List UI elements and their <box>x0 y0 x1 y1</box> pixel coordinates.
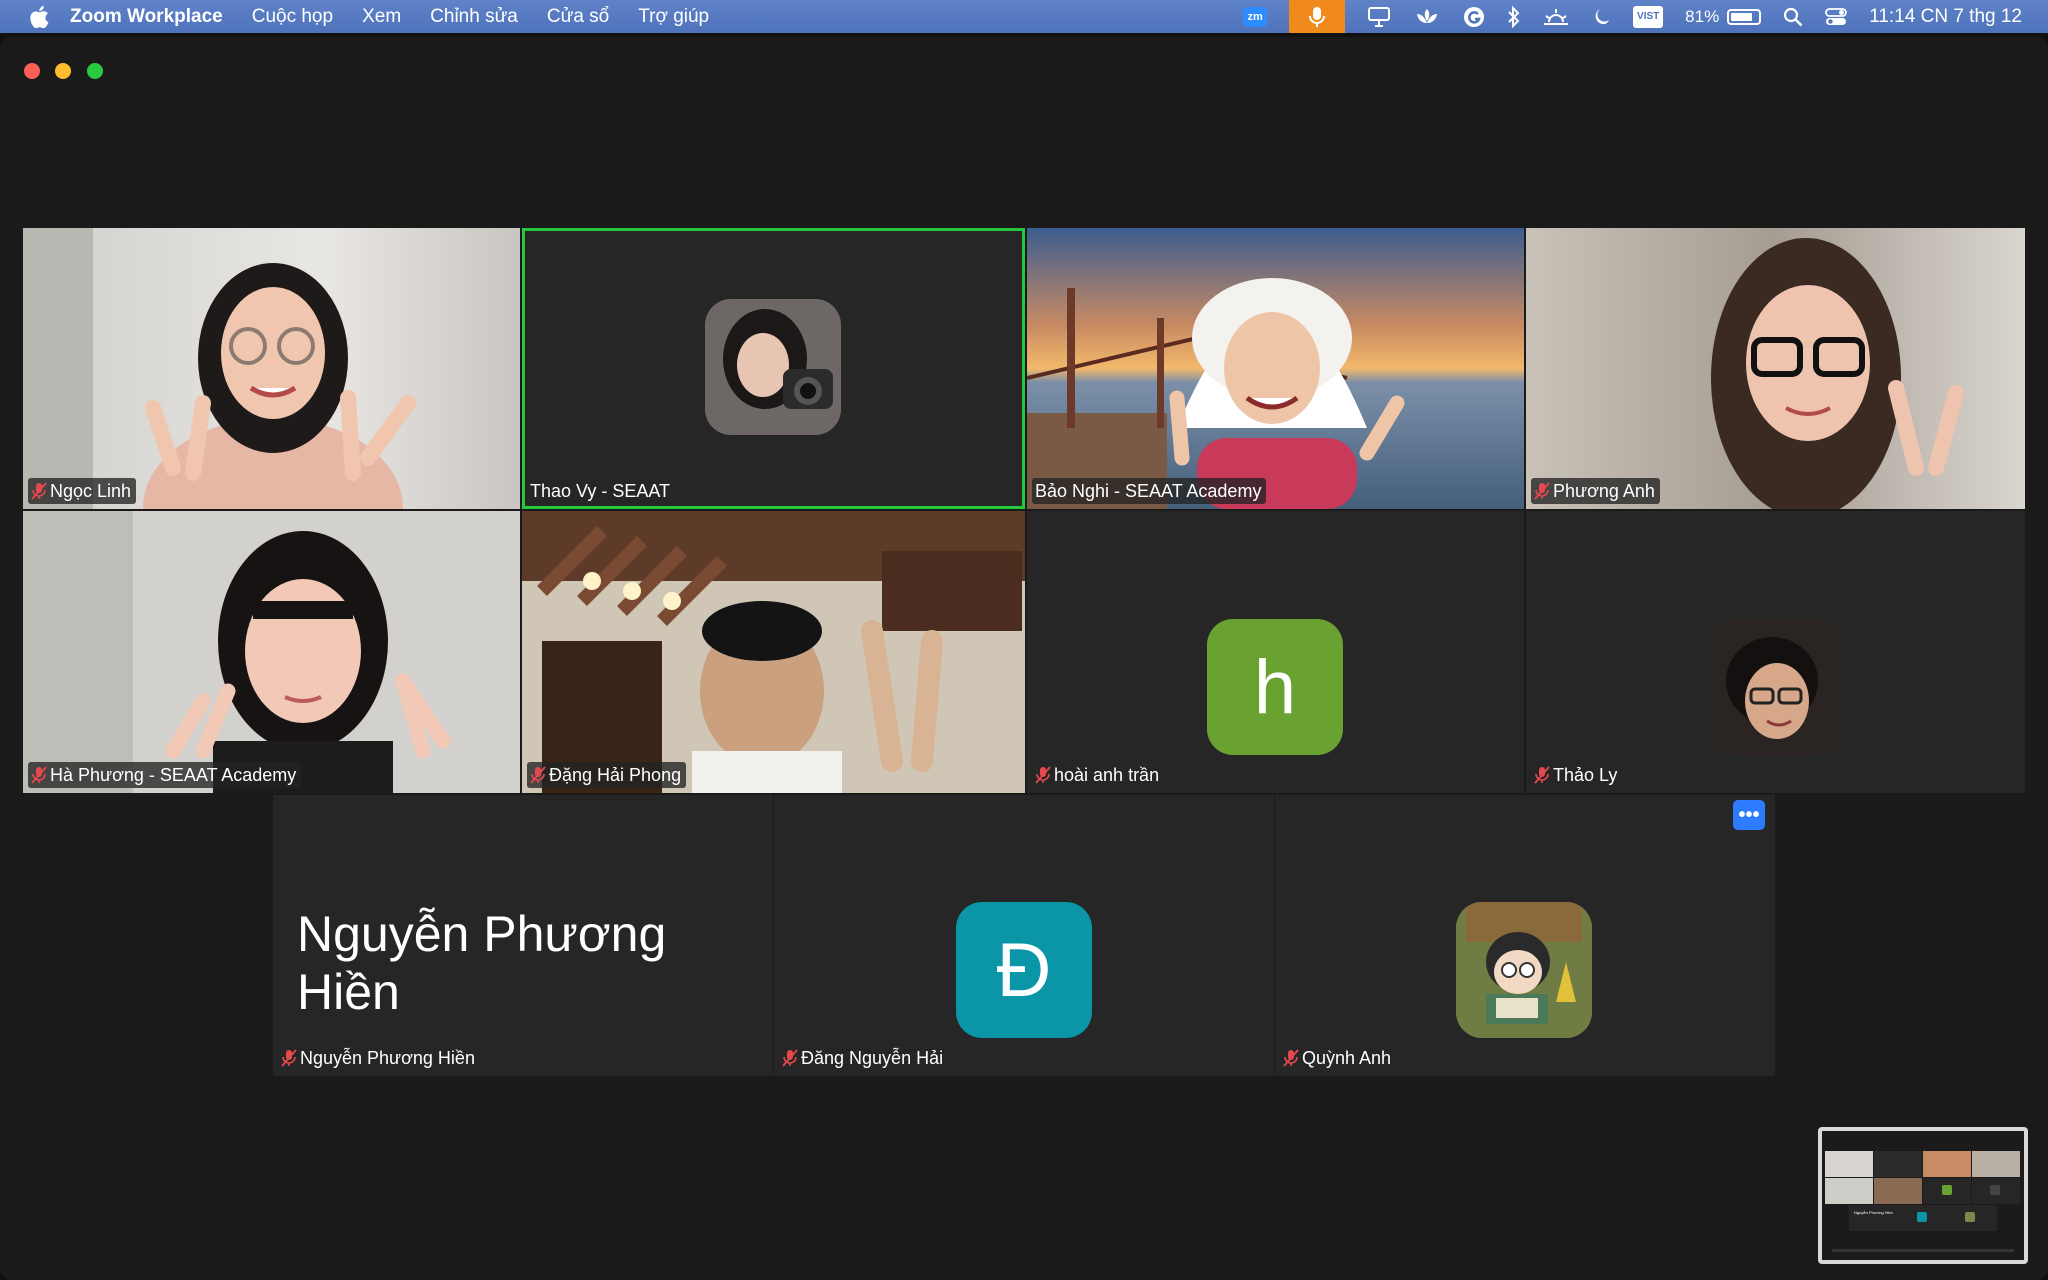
participant-name: Bảo Nghi - SEAAT Academy <box>1035 480 1262 501</box>
participant-name: Hà Phương - SEAAT Academy <box>50 764 297 785</box>
participant-namebar: Bảo Nghi - SEAAT Academy <box>1032 478 1267 504</box>
bluetooth-icon[interactable] <box>1507 5 1521 28</box>
video-tile[interactable]: Hà Phương - SEAAT Academy <box>23 511 520 793</box>
menu-help[interactable]: Trợ giúp <box>638 6 709 28</box>
participant-namebar: Quỳnh Anh <box>1280 1045 1396 1071</box>
participant-name: hoài anh trần <box>1054 764 1160 785</box>
participant-name: Đặng Hải Phong <box>549 764 682 785</box>
battery-icon[interactable] <box>1727 8 1762 25</box>
participant-avatar <box>1456 902 1592 1038</box>
participant-name: Quỳnh Anh <box>1302 1047 1392 1068</box>
video-tile[interactable]: h hoài anh trần <box>1027 511 1524 793</box>
participant-name: Thảo Ly <box>1553 764 1618 785</box>
participant-letter-avatar: h <box>1207 619 1343 755</box>
brightness-icon[interactable] <box>1543 7 1569 27</box>
microphone-in-use-icon[interactable] <box>1289 0 1346 33</box>
video-tile[interactable]: Quỳnh Anh <box>1275 795 1775 1076</box>
video-tile[interactable]: Phương Anh <box>1526 228 2025 509</box>
participant-namebar: hoài anh trần <box>1032 762 1164 788</box>
status-area: zm VIST 81% 11:14 CN 7 thg 12 <box>1221 0 2022 33</box>
participant-name: Đăng Nguyễn Hải <box>801 1047 944 1068</box>
participant-avatar <box>705 299 841 435</box>
participant-avatar <box>1707 619 1843 755</box>
apple-logo-icon[interactable] <box>28 5 50 29</box>
muted-mic-icon <box>31 482 47 500</box>
participant-letter-avatar: Đ <box>956 902 1092 1038</box>
participant-name: Nguyễn Phương Hiền <box>300 1047 475 1068</box>
menu-window[interactable]: Cửa sổ <box>547 6 609 28</box>
participant-name: Thao Vy - SEAAT <box>530 480 671 501</box>
participant-video <box>23 511 520 793</box>
presentation-icon[interactable] <box>1367 6 1391 28</box>
menu-app-name[interactable]: Zoom Workplace <box>70 6 223 28</box>
window-zoom-button[interactable] <box>87 63 103 79</box>
lotus-icon[interactable] <box>1413 6 1441 28</box>
more-options-button[interactable]: ••• <box>1733 800 1765 830</box>
participant-video <box>1526 228 2025 509</box>
participant-namebar: Nguyễn Phương Hiền <box>278 1045 480 1071</box>
participant-namebar: Phương Anh <box>1531 478 1660 504</box>
thumbnail-meeting-grid <box>1825 1151 2020 1252</box>
menu-view[interactable]: Xem <box>362 6 401 28</box>
muted-mic-icon <box>1035 766 1051 784</box>
zoom-meeting-window: Ngọc Linh Thao Vy - SEAAT Bảo Nghi - SEA… <box>0 37 2048 1280</box>
participant-namebar: Ngọc Linh <box>28 478 137 504</box>
muted-mic-icon <box>782 1049 798 1067</box>
muted-mic-icon <box>31 766 47 784</box>
grammarly-icon[interactable] <box>1463 6 1485 28</box>
screen-preview-thumbnail[interactable]: Nguyễn Phương Hiền <box>1818 1127 2028 1264</box>
participant-namebar: Đăng Nguyễn Hải <box>779 1045 948 1071</box>
participant-video <box>1027 228 1524 509</box>
menubar-clock[interactable]: 11:14 CN 7 thg 12 <box>1869 6 2022 28</box>
video-tile[interactable]: Nguyễn Phương Hiền Nguyễn Phương Hiền <box>273 795 773 1076</box>
muted-mic-icon <box>281 1049 297 1067</box>
battery-percent: 81% <box>1685 6 1720 26</box>
menu-edit[interactable]: Chỉnh sửa <box>430 6 518 28</box>
video-tile[interactable]: Thảo Ly <box>1526 511 2025 793</box>
muted-mic-icon <box>1283 1049 1299 1067</box>
zoom-status-icon[interactable]: zm <box>1243 6 1268 27</box>
participant-namebar: Đặng Hải Phong <box>527 762 687 788</box>
participant-name: Phương Anh <box>1553 480 1655 501</box>
muted-mic-icon <box>1534 482 1550 500</box>
window-minimize-button[interactable] <box>55 63 71 79</box>
thumbnail-caption: Nguyễn Phương Hiền <box>1854 1210 1893 1215</box>
window-close-button[interactable] <box>24 63 40 79</box>
focus-moon-icon[interactable] <box>1591 7 1611 27</box>
participant-namebar: Thao Vy - SEAAT <box>527 478 675 504</box>
video-tile[interactable]: Bảo Nghi - SEAAT Academy <box>1027 228 1524 509</box>
spotlight-search-icon[interactable] <box>1783 7 1803 27</box>
control-center-icon[interactable] <box>1825 7 1848 27</box>
participant-name-display: Nguyễn Phương Hiền <box>297 906 667 1020</box>
muted-mic-icon <box>1534 766 1550 784</box>
participant-namebar: Hà Phương - SEAAT Academy <box>28 762 302 788</box>
video-tile[interactable]: Đặng Hải Phong <box>522 511 1025 793</box>
participant-video <box>23 228 520 509</box>
participant-namebar: Thảo Ly <box>1531 762 1622 788</box>
macos-menubar: Zoom Workplace Cuộc họp Xem Chỉnh sửa Cử… <box>0 0 2048 33</box>
video-tile[interactable]: Đ Đăng Nguyễn Hải <box>774 795 1274 1076</box>
participant-video <box>522 511 1025 793</box>
menu-meeting[interactable]: Cuộc họp <box>252 6 333 28</box>
video-tile[interactable]: Ngọc Linh <box>23 228 520 509</box>
muted-mic-icon <box>530 766 546 784</box>
input-method-icon[interactable]: VIST <box>1633 5 1664 28</box>
participant-name: Ngọc Linh <box>50 480 132 501</box>
video-tile-active-speaker[interactable]: Thao Vy - SEAAT <box>522 228 1025 509</box>
